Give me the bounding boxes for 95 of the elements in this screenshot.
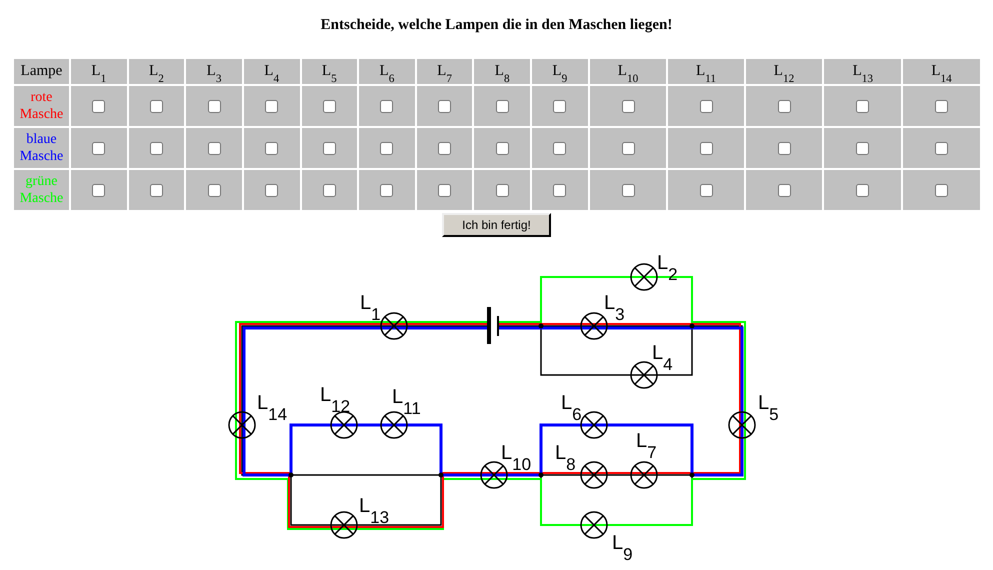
lamp-checkbox[interactable] xyxy=(208,184,221,197)
junction-dot xyxy=(288,472,294,478)
junction-dot xyxy=(690,472,694,478)
lamp-checkbox[interactable] xyxy=(438,100,452,113)
lamp-checkbox[interactable] xyxy=(322,184,336,197)
lamp-checkbox[interactable] xyxy=(622,142,634,155)
lamp-icon xyxy=(728,411,756,439)
lamp-label: L$_{13}$ xyxy=(359,494,390,528)
lamp-checkbox[interactable] xyxy=(380,142,394,155)
lamp-checkbox[interactable] xyxy=(856,142,870,155)
lamp-checkbox[interactable] xyxy=(92,142,106,155)
lamp-checkbox[interactable] xyxy=(150,184,163,197)
lamp-icon xyxy=(580,511,608,539)
lamp-checkbox[interactable] xyxy=(553,100,566,113)
lamp-label: L$_{1}$ xyxy=(360,291,381,325)
lamp-label: L$_{11}$ xyxy=(392,385,421,419)
lamp-label: L$_{8}$ xyxy=(555,441,576,475)
lamp-label: L$_{12}$ xyxy=(320,383,350,417)
lamp-checkbox[interactable] xyxy=(438,184,452,197)
column-header-cell: L$_{12}$ xyxy=(746,59,822,84)
lamp-checkbox[interactable] xyxy=(553,184,566,197)
lamp-checkbox[interactable] xyxy=(700,142,712,155)
lamp-checkbox[interactable] xyxy=(496,142,509,155)
lamp-checkbox[interactable] xyxy=(322,142,336,155)
column-header-cell: L$_{1}$ xyxy=(71,59,127,84)
column-header-cell: L$_{7}$ xyxy=(416,59,472,84)
lamp-checkbox[interactable] xyxy=(700,184,712,197)
battery-icon xyxy=(487,307,499,344)
lamp-checkbox[interactable] xyxy=(150,142,163,155)
lamp-checkbox[interactable] xyxy=(700,100,712,113)
junction-dot xyxy=(538,472,544,478)
lamp-label: L$_{14}$ xyxy=(257,391,288,425)
lamp-checkbox[interactable] xyxy=(92,100,106,113)
lamp-label: L$_{9}$ xyxy=(612,531,633,565)
lamp-checkbox[interactable] xyxy=(265,184,278,197)
lamp-checkbox[interactable] xyxy=(778,184,790,197)
lamp-icon xyxy=(380,312,408,340)
lamp-icon xyxy=(630,263,658,291)
lamp-checkbox[interactable] xyxy=(935,100,948,113)
mesh-label-cell: rote Masche xyxy=(14,86,69,126)
lamp-icon xyxy=(330,511,358,539)
lamp-checkbox[interactable] xyxy=(856,100,870,113)
lamp-checkbox[interactable] xyxy=(438,142,452,155)
lamp-checkbox[interactable] xyxy=(150,100,163,113)
column-header-cell: L$_{5}$ xyxy=(302,59,358,84)
lamp-checkbox[interactable] xyxy=(265,142,278,155)
page-title: Entscheide, welche Lampen die in den Maschen liegen! xyxy=(320,16,674,35)
column-header-cell: L$_{8}$ xyxy=(474,59,530,84)
lamp-icon xyxy=(330,411,358,439)
lamp-icon xyxy=(630,461,658,489)
column-header-cell: L$_{14}$ xyxy=(903,59,980,84)
lamp-icon xyxy=(580,312,608,340)
lamp-label: L$_{7}$ xyxy=(636,429,657,463)
lamp-checkbox[interactable] xyxy=(935,184,948,197)
lamp-checkbox[interactable] xyxy=(778,100,790,113)
junction-dot xyxy=(438,472,444,478)
column-header-cell: L$_{9}$ xyxy=(532,59,588,84)
mesh-label-cell: blaue Masche xyxy=(14,128,69,168)
column-header-cell: L$_{11}$ xyxy=(668,59,744,84)
lamp-checkbox[interactable] xyxy=(496,184,509,197)
junction-dot xyxy=(690,324,694,328)
row-header-cell: Lampe xyxy=(14,59,69,84)
lamp-label: L$_{5}$ xyxy=(758,391,779,425)
lamp-checkbox[interactable] xyxy=(935,142,948,155)
lamp-checkbox[interactable] xyxy=(380,100,394,113)
lamp-checkbox[interactable] xyxy=(622,100,634,113)
lamp-checkbox[interactable] xyxy=(622,184,634,197)
lamp-checkbox[interactable] xyxy=(265,100,278,113)
lamp-checkbox[interactable] xyxy=(380,184,394,197)
lamp-checkbox[interactable] xyxy=(778,142,790,155)
lamp-label: L$_{4}$ xyxy=(652,341,673,375)
lamp-icon xyxy=(480,461,508,489)
lamp-checkbox[interactable] xyxy=(553,142,566,155)
column-header-cell: L$_{6}$ xyxy=(359,59,415,84)
junction-dot xyxy=(538,324,544,328)
lamp-label: L$_{3}$ xyxy=(604,291,625,325)
column-header-cell: L$_{10}$ xyxy=(590,59,666,84)
column-header-cell: L$_{3}$ xyxy=(186,59,242,84)
lamp-checkbox[interactable] xyxy=(856,184,870,197)
lamp-checkbox[interactable] xyxy=(208,100,221,113)
lamp-checkbox[interactable] xyxy=(92,184,106,197)
column-header-cell: L$_{4}$ xyxy=(244,59,300,84)
lamp-checkbox[interactable] xyxy=(322,100,336,113)
lamp-checkbox[interactable] xyxy=(496,100,509,113)
lamp-label: L$_{6}$ xyxy=(561,391,582,425)
lamp-checkbox[interactable] xyxy=(208,142,221,155)
column-header-cell: L$_{13}$ xyxy=(824,59,902,84)
done-button[interactable]: Ich bin fertig! xyxy=(442,213,551,237)
mesh-label-cell: grüne Masche xyxy=(14,170,69,210)
lamp-icon xyxy=(228,411,256,439)
column-header-cell: L$_{2}$ xyxy=(128,59,184,84)
lamp-icon xyxy=(580,411,608,439)
lamp-icon xyxy=(630,361,658,389)
lamp-icon xyxy=(580,461,608,489)
lamp-label: L$_{10}$ xyxy=(501,441,532,475)
